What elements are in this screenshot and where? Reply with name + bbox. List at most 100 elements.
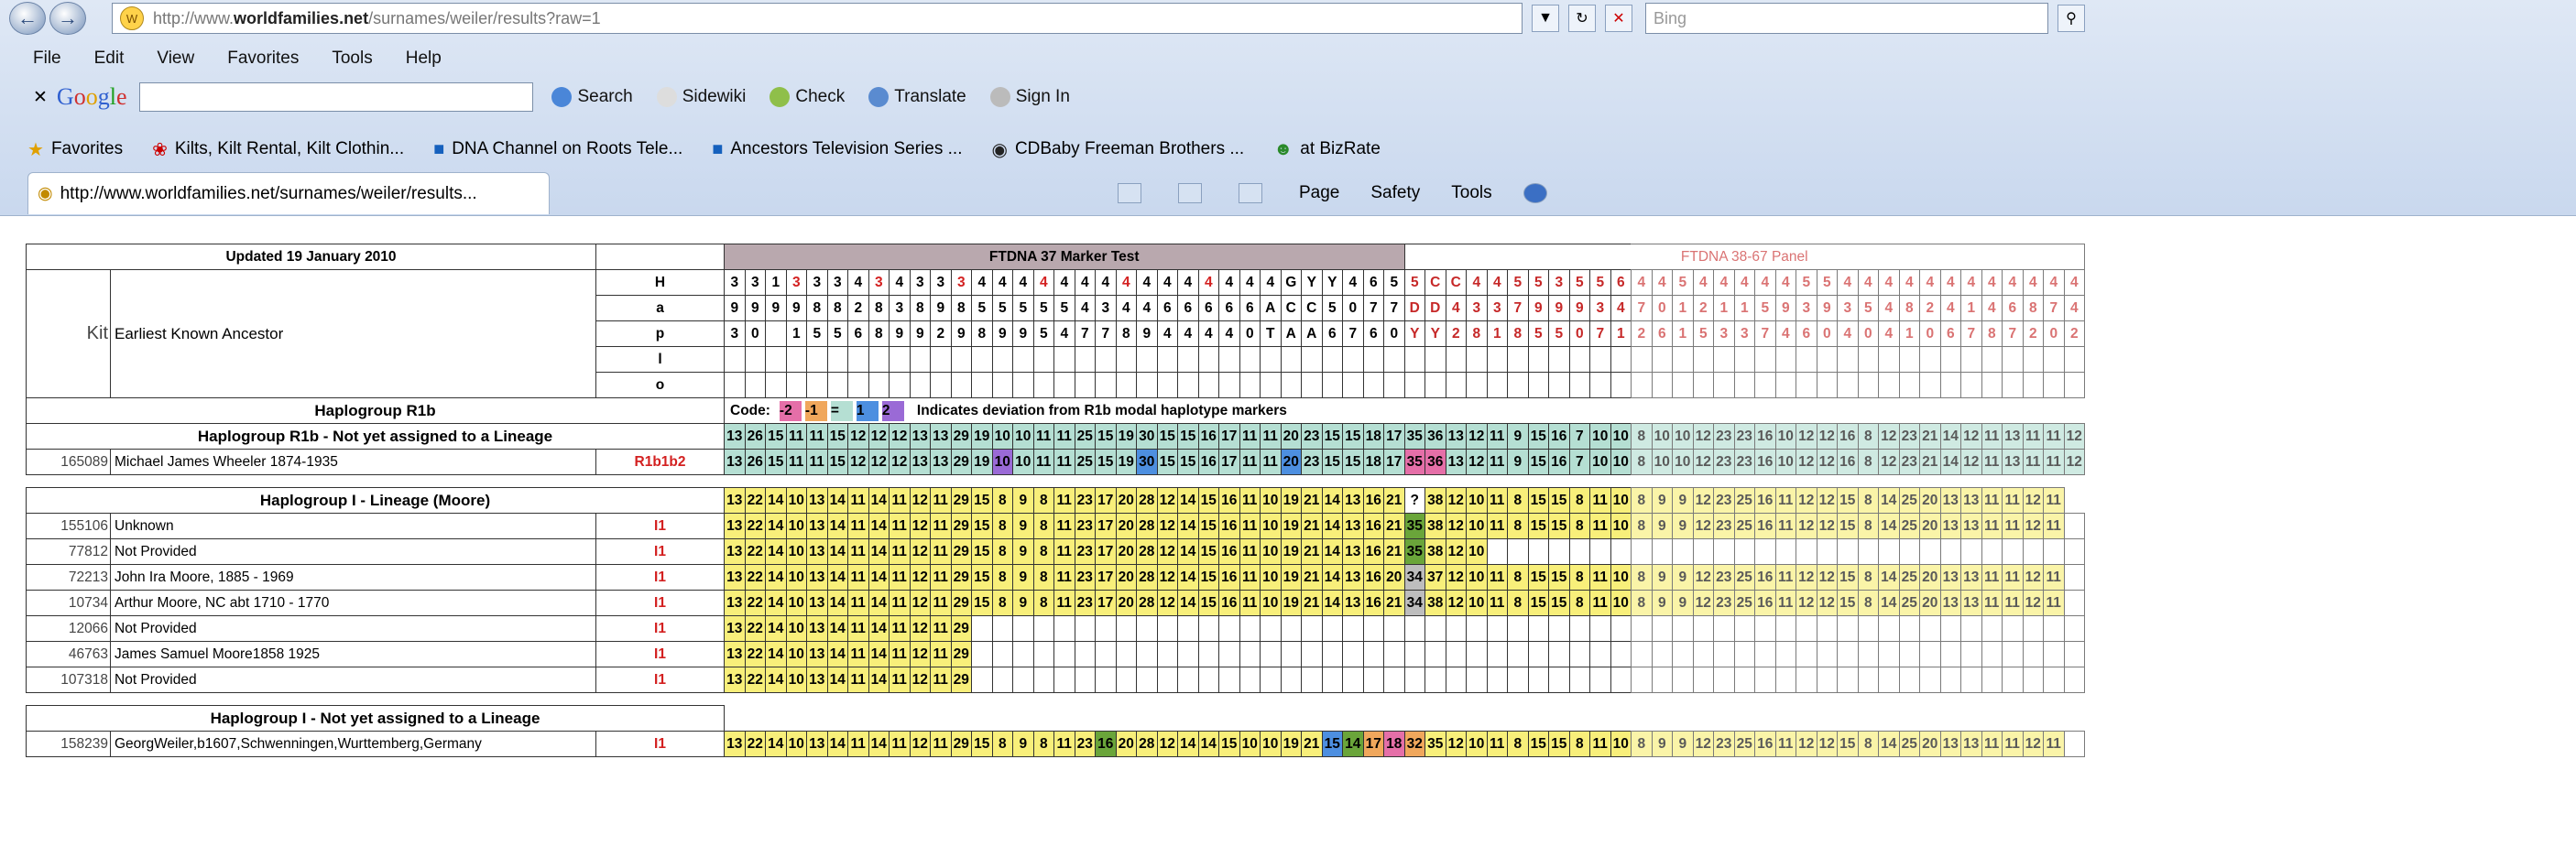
favorite-link-dna[interactable]: ■ DNA Channel on Roots Tele... [433,139,682,160]
marker-header-cell: 3 [1486,295,1508,321]
marker-header-cell [1672,372,1694,398]
marker-cell: 13 [724,641,746,667]
back-button[interactable]: ← [9,2,46,35]
menu-edit[interactable]: Edit [94,49,125,69]
stop-button[interactable]: ✕ [1605,5,1632,32]
code-swatch: = [830,400,853,421]
modal-cell: 15 [971,487,993,514]
marker-cell: 11 [1981,590,2003,616]
google-search-button[interactable]: Search [551,87,633,107]
marker-cell [1837,641,1859,667]
marker-header-cell: 8 [950,295,972,321]
marker-header-cell: 7 [1362,295,1384,321]
tools-menu[interactable]: Tools [1451,183,1491,203]
haplogroup: R1b1b2 [595,449,725,475]
home-button[interactable] [1118,183,1147,203]
marker-header-cell [1115,346,1137,373]
marker-header-cell: 5 [1672,269,1694,296]
modal-cell: 16 [1548,423,1570,450]
marker-header-cell: 4 [1919,269,1941,296]
check-button[interactable]: Check [770,87,845,107]
marker-cell [1486,667,1508,693]
forward-button[interactable]: → [49,2,86,35]
favorite-link-cdbaby[interactable]: ◉ CDBaby Freeman Brothers ... [991,138,1244,161]
marker-cell: 13 [1342,513,1364,539]
favorite-link-bizrate[interactable]: ☻ at BizRate [1273,139,1381,160]
active-tab[interactable]: ◉ http://www.worldfamilies.net/surnames/w… [27,172,550,214]
kilt-icon: ❀ [152,139,168,160]
marker-cell: 13 [806,538,828,565]
safety-menu[interactable]: Safety [1370,183,1420,203]
marker-cell: 8 [1568,731,1590,757]
help-button[interactable] [1523,183,1553,203]
page-menu[interactable]: Page [1299,183,1339,203]
marker-header-cell: 5 [1796,269,1817,296]
marker-cell: 20 [1280,449,1302,475]
refresh-button[interactable]: ↻ [1568,5,1596,32]
modal-cell: 13 [930,423,952,450]
updated-label: Updated 19 January 2010 [26,244,596,270]
marker-cell: 11 [889,667,911,693]
dropdown-button[interactable]: ▼ [1532,5,1559,32]
sign-in-button[interactable]: Sign In [989,87,1070,107]
marker-cell: 25 [1898,590,1920,616]
marker-header-cell [1012,346,1034,373]
marker-cell: 15 [1527,731,1549,757]
marker-header-cell: 1 [785,320,807,347]
marker-cell: 20 [1919,564,1941,591]
menu-tools[interactable]: Tools [332,49,372,69]
favorites-button[interactable]: ★ Favorites [27,138,123,161]
marker-cell: 10 [1589,449,1611,475]
marker-header-cell: 4 [2063,269,2085,296]
modal-cell: 10 [1610,423,1632,450]
marker-cell: 20 [1115,538,1137,565]
modal-cell: 23 [1898,423,1920,450]
marker-header-cell: 4 [1260,269,1282,296]
marker-cell [2002,667,2024,693]
marker-cell: 25 [1733,590,1755,616]
marker-cell: 8 [991,731,1013,757]
marker-cell: 21 [1919,449,1941,475]
google-search-input[interactable] [139,82,534,112]
marker-cell [1321,641,1343,667]
search-button[interactable]: ⚲ [2058,5,2085,32]
print-button[interactable] [1239,183,1268,203]
modal-cell: 12 [1692,423,1714,450]
marker-header-cell: 4 [1837,320,1859,347]
marker-cell: 16 [1754,449,1776,475]
menu-file[interactable]: File [33,49,61,69]
menu-favorites[interactable]: Favorites [227,49,299,69]
marker-cell: 16 [1218,564,1240,591]
menu-view[interactable]: View [157,49,194,69]
marker-header-cell: 4 [1939,269,1961,296]
modal-cell: 8 [1032,487,1054,514]
marker-cell: 23 [1301,449,1323,475]
marker-header-cell: G [1280,269,1302,296]
page-icon: ■ [712,138,724,159]
favorite-link-ancestors[interactable]: ■ Ancestors Television Series ... [712,139,962,160]
favorite-link-kilts[interactable]: ❀ Kilts, Kilt Rental, Kilt Clothin... [152,138,404,161]
menu-help[interactable]: Help [406,49,442,69]
marker-cell: 32 [1403,731,1425,757]
modal-cell: 9 [1012,487,1034,514]
marker-cell [1589,667,1611,693]
translate-button[interactable]: Translate [868,87,966,107]
haplogroup: I1 [595,538,725,565]
marker-header-cell [971,372,993,398]
marker-cell: 22 [744,667,766,693]
modal-cell: 8 [1507,487,1529,514]
bing-search-input[interactable]: Bing [1645,3,2048,34]
address-bar[interactable]: W http://www. worldfamilies.net/surnames/… [112,3,1523,34]
marker-cell: 12 [1692,449,1714,475]
sidewiki-button[interactable]: Sidewiki [656,87,746,107]
marker-header-cell: 5 [1403,269,1425,296]
close-toolbar-icon[interactable]: ✕ [33,87,48,108]
marker-cell [1321,667,1343,693]
marker-header-cell [1816,346,1838,373]
feeds-button[interactable] [1178,183,1207,203]
marker-cell [1857,538,1879,565]
marker-cell: 12 [909,513,931,539]
marker-cell: 13 [1445,449,1467,475]
marker-header-cell [1507,372,1529,398]
marker-cell: 9 [1507,449,1529,475]
